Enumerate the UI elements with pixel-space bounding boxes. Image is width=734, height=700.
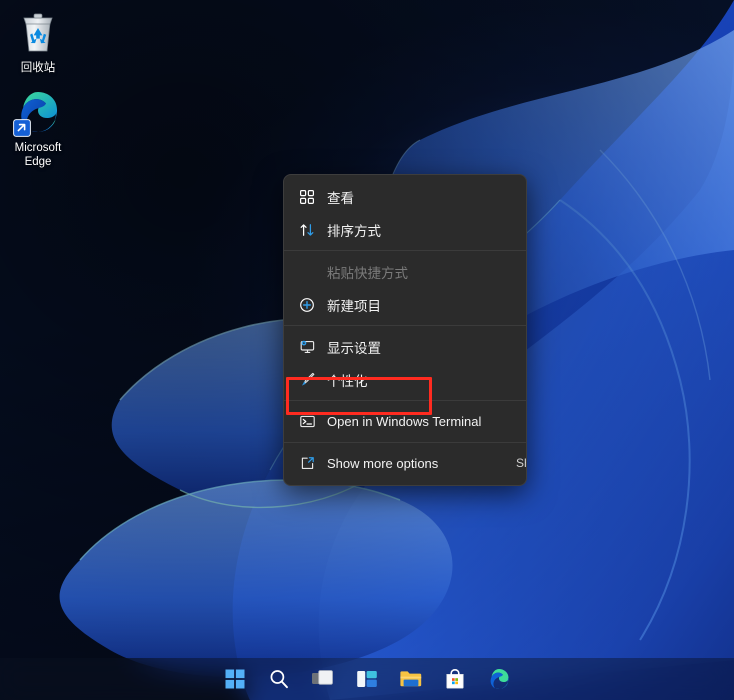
- menu-item-label: 个性化: [327, 370, 516, 390]
- display-settings-icon: [296, 337, 318, 357]
- menu-item-label: 查看: [327, 187, 516, 207]
- recycle-bin-icon: [14, 8, 62, 56]
- edge-icon: [487, 667, 511, 691]
- menu-group-terminal: Open in Windows Terminal: [284, 405, 526, 438]
- task-view-icon: [311, 668, 335, 690]
- menu-group-view-sort: 查看 排序方式: [284, 180, 526, 246]
- taskbar-microsoft-store-button[interactable]: [441, 665, 469, 693]
- paste-shortcut-icon-placeholder: [296, 262, 318, 282]
- menu-item-label: 新建项目: [327, 295, 516, 315]
- menu-item-show-more-options[interactable]: Show more options Shift: [284, 447, 526, 480]
- menu-separator: [284, 400, 526, 401]
- sort-arrows-icon: [296, 220, 318, 240]
- edge-label-line1: Microsoft: [15, 142, 62, 154]
- taskbar-start-button[interactable]: [221, 665, 249, 693]
- paintbrush-icon: [296, 370, 318, 390]
- menu-item-label: 显示设置: [327, 337, 516, 357]
- menu-item-open-in-windows-terminal[interactable]: Open in Windows Terminal: [284, 405, 526, 438]
- folder-icon: [399, 668, 423, 690]
- menu-item-display-settings[interactable]: 显示设置: [284, 330, 526, 363]
- taskbar-search-button[interactable]: [265, 665, 293, 693]
- taskbar-task-view-button[interactable]: [309, 665, 337, 693]
- menu-item-view[interactable]: 查看: [284, 180, 526, 213]
- edge-label-line2: Edge: [25, 156, 52, 168]
- menu-separator: [284, 250, 526, 251]
- menu-item-personalize[interactable]: 个性化: [284, 363, 526, 396]
- menu-group-paste-new: 粘贴快捷方式 新建项目: [284, 255, 526, 321]
- terminal-icon: [296, 412, 318, 432]
- menu-item-label: 粘贴快捷方式: [327, 262, 516, 282]
- menu-separator: [284, 325, 526, 326]
- menu-item-label: 排序方式: [327, 220, 516, 240]
- menu-separator: [284, 442, 526, 443]
- desktop-icon-label: 回收站: [0, 61, 76, 75]
- windows-start-icon: [224, 668, 246, 690]
- taskbar: [0, 658, 734, 700]
- desktop-icon-recycle-bin[interactable]: 回收站: [0, 8, 76, 75]
- taskbar-file-explorer-button[interactable]: [397, 665, 425, 693]
- desktop-screen: 回收站: [0, 0, 734, 700]
- edge-icon: [14, 88, 62, 136]
- search-icon: [268, 668, 290, 690]
- taskbar-edge-button[interactable]: [485, 665, 513, 693]
- menu-item-paste-shortcut: 粘贴快捷方式: [284, 255, 526, 288]
- store-bag-icon: [444, 668, 466, 690]
- menu-group-settings-personalize: 显示设置 个性化: [284, 330, 526, 396]
- menu-item-label: Show more options: [327, 456, 526, 471]
- taskbar-widgets-button[interactable]: [353, 665, 381, 693]
- menu-item-sort-by[interactable]: 排序方式: [284, 213, 526, 246]
- menu-item-label: Open in Windows Terminal: [327, 414, 516, 429]
- menu-item-accelerator: Shift: [516, 456, 527, 470]
- menu-group-more-options: Show more options Shift: [284, 447, 526, 480]
- desktop-icon-label: Microsoft Edge: [0, 141, 76, 169]
- widgets-icon: [356, 668, 378, 690]
- desktop-icon-microsoft-edge[interactable]: Microsoft Edge: [0, 88, 76, 169]
- grid-view-icon: [296, 187, 318, 207]
- desktop-context-menu[interactable]: 查看 排序方式: [283, 174, 527, 486]
- plus-circle-icon: [296, 295, 318, 315]
- expand-options-icon: [296, 454, 318, 474]
- menu-item-new-item[interactable]: 新建项目: [284, 288, 526, 321]
